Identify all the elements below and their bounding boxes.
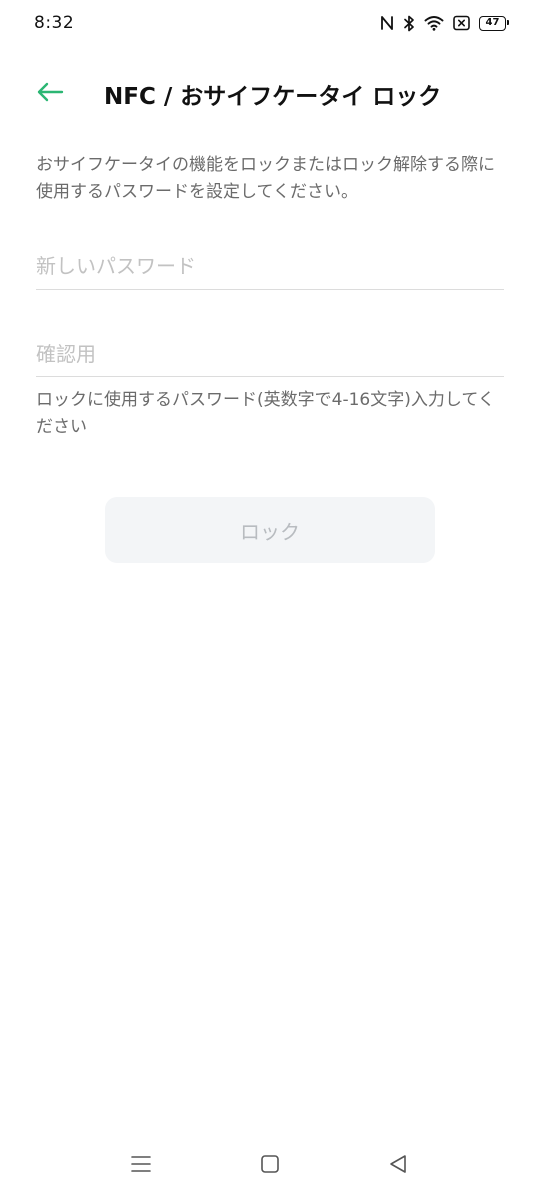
- arrow-left-icon: [36, 82, 64, 106]
- new-password-field-container: [36, 246, 504, 290]
- confirm-password-field-container: [36, 334, 504, 377]
- status-time: 8:32: [34, 13, 75, 33]
- nav-menu-button[interactable]: [121, 1146, 161, 1186]
- menu-icon: [130, 1154, 152, 1178]
- password-hint: ロックに使用するパスワード(英数字で4-16文字)入力してください: [36, 390, 495, 437]
- status-icons: 47: [380, 15, 509, 32]
- lock-button[interactable]: ロック: [105, 497, 435, 563]
- new-password-input[interactable]: [36, 246, 504, 286]
- description-text: おサイフケータイの機能をロックまたはロック解除する際に使用するパスワードを設定し…: [36, 155, 495, 202]
- navigation-bar: [0, 1134, 540, 1200]
- header: NFC / おサイフケータイ ロック: [0, 64, 540, 122]
- confirm-password-input[interactable]: [36, 334, 504, 374]
- nfc-icon: [380, 15, 394, 31]
- bluetooth-icon: [403, 15, 415, 32]
- nav-back-button[interactable]: [378, 1146, 418, 1186]
- no-sim-icon: [453, 15, 470, 31]
- battery-icon: 47: [479, 15, 509, 31]
- screen: 8:32 47 NFC / おサイフケータイ ロック おサイフケータイの機能をロ…: [0, 0, 540, 1200]
- back-triangle-icon: [388, 1154, 408, 1178]
- home-icon: [260, 1154, 280, 1178]
- nav-home-button[interactable]: [250, 1146, 290, 1186]
- wifi-icon: [424, 15, 444, 31]
- back-button[interactable]: [30, 76, 70, 112]
- status-bar: 8:32 47: [0, 0, 540, 46]
- page-title: NFC / おサイフケータイ ロック: [104, 84, 442, 110]
